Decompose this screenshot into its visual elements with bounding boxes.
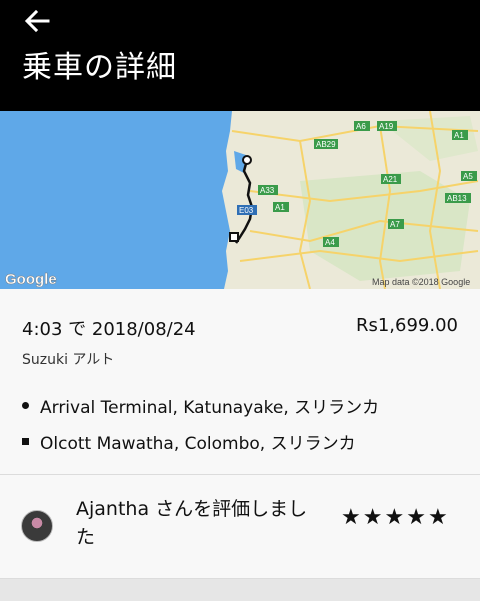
- trip-fare: Rs1,699.00: [355, 315, 458, 336]
- pickup-location: Arrival Terminal, Katunayake, スリランカ: [22, 393, 379, 418]
- pickup-label: Arrival Terminal, Katunayake, スリランカ: [40, 398, 380, 418]
- dropoff-square-icon: [22, 438, 29, 445]
- google-logo: Google: [5, 271, 57, 288]
- app-bar: 乗車の詳細: [0, 0, 480, 111]
- svg-text:A33: A33: [260, 186, 275, 195]
- star-icon: ★: [384, 505, 405, 530]
- star-icon: ★: [362, 505, 383, 530]
- star-icon: ★: [427, 505, 448, 530]
- vehicle-name: Suzuki アルト: [22, 352, 115, 368]
- dropoff-label: Olcott Mawatha, Colombo, スリランカ: [40, 434, 356, 454]
- driver-avatar: [21, 510, 53, 542]
- route-map[interactable]: A6 A19 A1 AB29 A33 A21 A5 AB13 E03 A1 A7…: [0, 111, 480, 289]
- page-title: 乗車の詳細: [22, 50, 177, 85]
- svg-text:AB13: AB13: [447, 194, 467, 203]
- svg-text:A21: A21: [383, 175, 398, 184]
- svg-text:A19: A19: [379, 122, 394, 131]
- pickup-marker: [242, 155, 252, 165]
- star-rating: ★ ★ ★ ★ ★: [341, 505, 448, 531]
- svg-text:A1: A1: [275, 203, 285, 212]
- svg-text:AB29: AB29: [316, 140, 336, 149]
- map-canvas: A6 A19 A1 AB29 A33 A21 A5 AB13 E03 A1 A7…: [0, 111, 480, 289]
- star-icon: ★: [341, 505, 361, 530]
- rating-text: Ajantha さんを評価しました: [76, 498, 308, 548]
- driver-rating[interactable]: Ajantha さんを評価しました ★ ★ ★ ★ ★: [0, 475, 480, 579]
- svg-text:A1: A1: [454, 131, 464, 140]
- svg-text:E03: E03: [239, 206, 254, 215]
- back-button[interactable]: [20, 6, 54, 36]
- trip-datetime: 4:03 で 2018/08/24: [22, 319, 196, 340]
- dropoff-location: Olcott Mawatha, Colombo, スリランカ: [22, 429, 356, 454]
- dropoff-marker: [229, 232, 239, 242]
- arrow-left-icon: [24, 9, 50, 33]
- bottom-section: [0, 579, 480, 601]
- svg-text:A5: A5: [463, 172, 473, 181]
- pickup-dot-icon: [22, 402, 29, 409]
- svg-text:A7: A7: [390, 220, 400, 229]
- svg-text:A4: A4: [325, 238, 335, 247]
- map-attribution: Map data ©2018 Google: [372, 277, 470, 287]
- svg-text:A6: A6: [356, 122, 366, 131]
- trip-details: 4:03 で 2018/08/24 Rs1,699.00 Suzuki アルト …: [0, 289, 480, 475]
- sea-area: [0, 111, 232, 289]
- star-icon: ★: [406, 505, 426, 530]
